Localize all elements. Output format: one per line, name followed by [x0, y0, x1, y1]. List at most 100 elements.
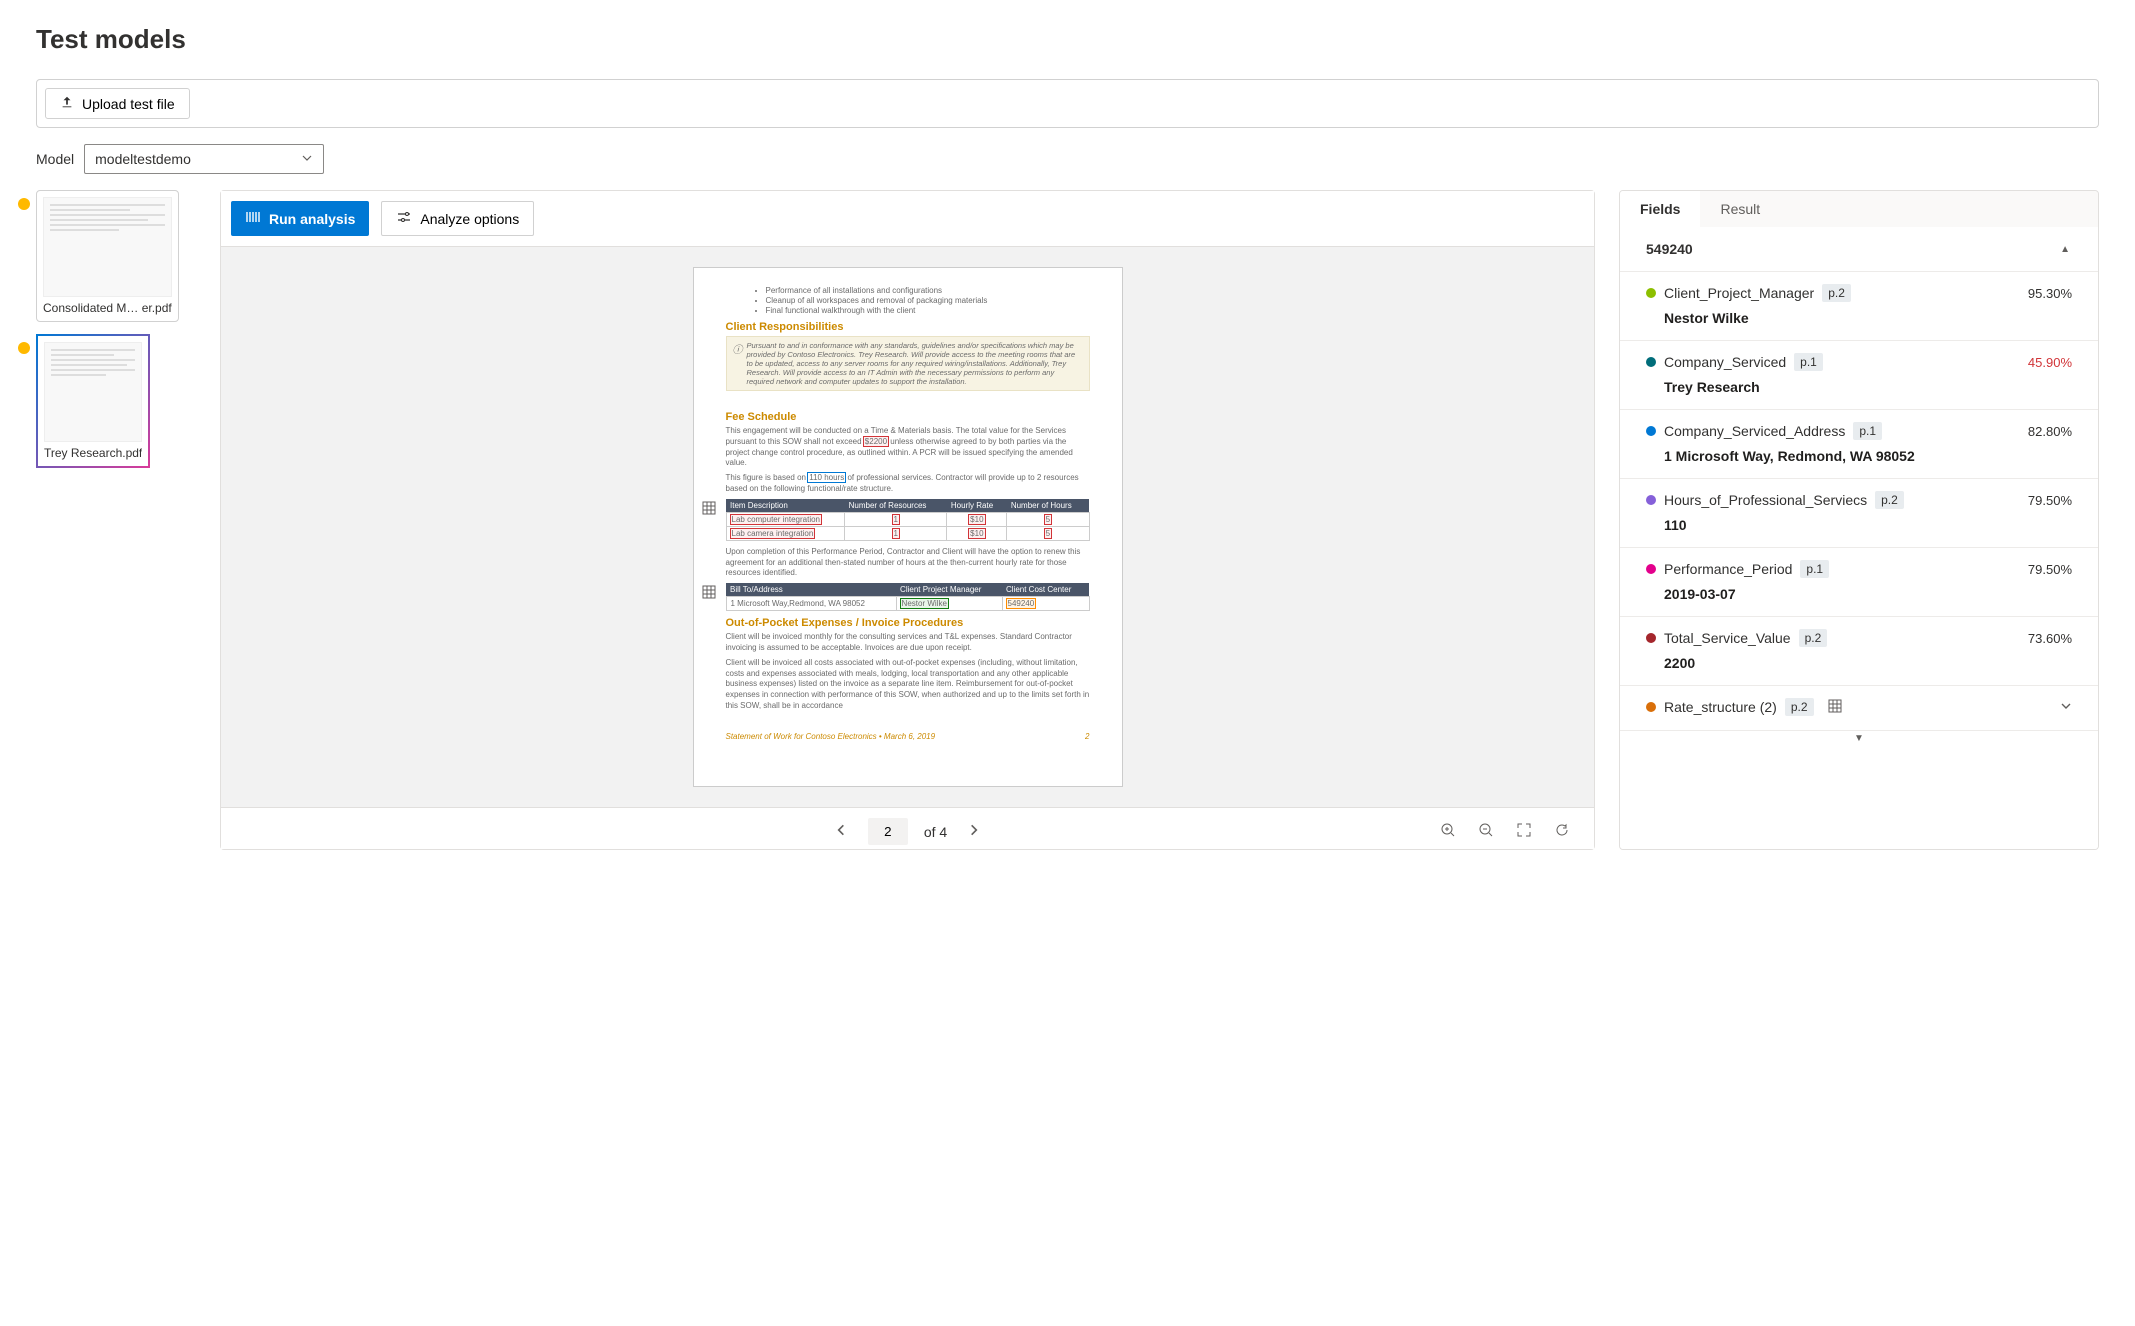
field-color-dot: [1646, 633, 1656, 643]
doc-bullet: Cleanup of all workspaces and removal of…: [766, 296, 1090, 305]
field-row[interactable]: Hours_of_Professional_Serviecs p.2 79.50…: [1620, 479, 2098, 548]
highlight-project-manager: Nestor Wilke: [901, 599, 948, 608]
upload-label: Upload test file: [82, 96, 175, 112]
viewer-toolbar: Run analysis Analyze options: [221, 191, 1594, 247]
doc-note-text: Pursuant to and in conformance with any …: [747, 341, 1083, 386]
page-badge: p.1: [1853, 422, 1882, 440]
thumbnail-name: Consolidated M… er.pdf: [43, 301, 172, 315]
prev-page-button[interactable]: [830, 819, 852, 844]
field-name: Performance_Period: [1664, 561, 1792, 577]
page-badge: p.2: [1875, 491, 1904, 509]
chevron-down-icon: [301, 151, 313, 167]
model-selected-value: modeltestdemo: [95, 151, 191, 167]
run-analysis-label: Run analysis: [269, 211, 355, 227]
doc-heading: Fee Schedule: [726, 411, 1090, 423]
page-input[interactable]: [868, 818, 908, 845]
next-page-button[interactable]: [963, 819, 985, 844]
thumbnail-preview: [44, 342, 142, 442]
confidence: 73.60%: [2028, 631, 2072, 646]
doc-bullet: Performance of all installations and con…: [766, 286, 1090, 295]
thumbnail-name: Trey Research.pdf: [44, 446, 142, 460]
model-select[interactable]: modeltestdemo: [84, 144, 324, 174]
rotate-button[interactable]: [1550, 818, 1574, 845]
field-color-dot: [1646, 426, 1656, 436]
scroll-up-icon[interactable]: ▲: [2058, 242, 2072, 257]
doc-paragraph: Upon completion of this Performance Peri…: [726, 547, 1090, 579]
zoom-in-button[interactable]: [1436, 818, 1460, 845]
doc-footer-pagenum: 2: [1085, 732, 1089, 741]
info-icon: ⓘ: [733, 341, 743, 386]
field-row[interactable]: Client_Project_Manager p.2 95.30% Nestor…: [1620, 272, 2098, 341]
upload-bar: Upload test file: [36, 79, 2099, 128]
upload-test-file-button[interactable]: Upload test file: [45, 88, 190, 119]
bill-table: Bill To/AddressClient Project ManagerCli…: [726, 583, 1090, 611]
doc-footer-left: Statement of Work for Contoso Electronic…: [726, 732, 936, 741]
thumbnail-list: Consolidated M… er.pdf Trey Research.pdf: [36, 190, 196, 850]
tab-result[interactable]: Result: [1700, 191, 1780, 227]
doc-paragraph: This figure is based on 110 hours of pro…: [726, 473, 1090, 495]
field-value: 110: [1664, 517, 2072, 533]
field-name: Hours_of_Professional_Serviecs: [1664, 492, 1867, 508]
document-page: Performance of all installations and con…: [693, 267, 1123, 787]
run-analysis-button[interactable]: Run analysis: [231, 201, 369, 236]
field-row: 549240 ▲: [1620, 227, 2098, 272]
thumbnail-preview: [43, 197, 172, 297]
table-icon: [702, 585, 716, 601]
sliders-icon: [396, 209, 412, 228]
page-badge: p.2: [1799, 629, 1828, 647]
page-badge: p.2: [1822, 284, 1851, 302]
field-row-expandable[interactable]: Rate_structure (2) p.2: [1620, 686, 2098, 731]
field-row[interactable]: Company_Serviced_Address p.1 82.80% 1 Mi…: [1620, 410, 2098, 479]
fit-page-button[interactable]: [1512, 818, 1536, 845]
confidence: 79.50%: [2028, 493, 2072, 508]
analyze-options-label: Analyze options: [420, 211, 519, 227]
table-icon: [702, 501, 716, 517]
analyze-options-button[interactable]: Analyze options: [381, 201, 534, 236]
status-dot-icon: [18, 342, 30, 354]
doc-paragraph: Client will be invoiced all costs associ…: [726, 658, 1090, 712]
page-title: Test models: [36, 24, 2099, 55]
results-pane: Fields Result 549240 ▲ Client_Project_Ma…: [1619, 190, 2099, 850]
page-total: of 4: [924, 824, 947, 840]
field-row[interactable]: Company_Serviced p.1 45.90% Trey Researc…: [1620, 341, 2098, 410]
confidence: 45.90%: [2028, 355, 2072, 370]
confidence: 79.50%: [2028, 562, 2072, 577]
thumbnail-item[interactable]: Consolidated M… er.pdf: [36, 190, 179, 322]
status-dot-icon: [18, 198, 30, 210]
field-name: Total_Service_Value: [1664, 630, 1791, 646]
field-color-dot: [1646, 564, 1656, 574]
doc-bullet: Final functional walkthrough with the cl…: [766, 306, 1090, 315]
analysis-icon: [245, 209, 261, 228]
doc-heading: Client Responsibilities: [726, 321, 1090, 333]
field-name: Company_Serviced_Address: [1664, 423, 1845, 439]
zoom-out-button[interactable]: [1474, 818, 1498, 845]
field-value: Trey Research: [1664, 379, 2072, 395]
field-value: 2200: [1664, 655, 2072, 671]
field-name: Client_Project_Manager: [1664, 285, 1814, 301]
field-name: Rate_structure (2): [1664, 699, 1777, 715]
model-label: Model: [36, 151, 74, 167]
fields-list[interactable]: 549240 ▲ Client_Project_Manager p.2 95.3…: [1620, 227, 2098, 849]
document-viewer: Run analysis Analyze options Performance…: [220, 190, 1595, 850]
field-value: 549240: [1646, 241, 1693, 257]
doc-paragraph: Client will be invoiced monthly for the …: [726, 632, 1090, 654]
document-canvas[interactable]: Performance of all installations and con…: [221, 247, 1594, 807]
highlight-hours: 110 hours: [808, 473, 845, 482]
thumbnail-item[interactable]: Trey Research.pdf: [36, 334, 150, 468]
confidence: 82.80%: [2028, 424, 2072, 439]
page-badge: p.1: [1794, 353, 1823, 371]
confidence: 95.30%: [2028, 286, 2072, 301]
upload-icon: [60, 95, 74, 112]
field-name: Company_Serviced: [1664, 354, 1786, 370]
field-color-dot: [1646, 702, 1656, 712]
field-row[interactable]: Performance_Period p.1 79.50% 2019-03-07: [1620, 548, 2098, 617]
tab-fields[interactable]: Fields: [1620, 191, 1700, 227]
field-value: 2019-03-07: [1664, 586, 2072, 602]
page-badge: p.1: [1800, 560, 1829, 578]
rate-table: Item DescriptionNumber of ResourcesHourl…: [726, 499, 1090, 541]
scroll-down-icon[interactable]: ▼: [1620, 731, 2098, 746]
table-icon: [1828, 699, 1842, 716]
pager: of 4: [221, 807, 1594, 849]
field-color-dot: [1646, 357, 1656, 367]
field-row[interactable]: Total_Service_Value p.2 73.60% 2200: [1620, 617, 2098, 686]
